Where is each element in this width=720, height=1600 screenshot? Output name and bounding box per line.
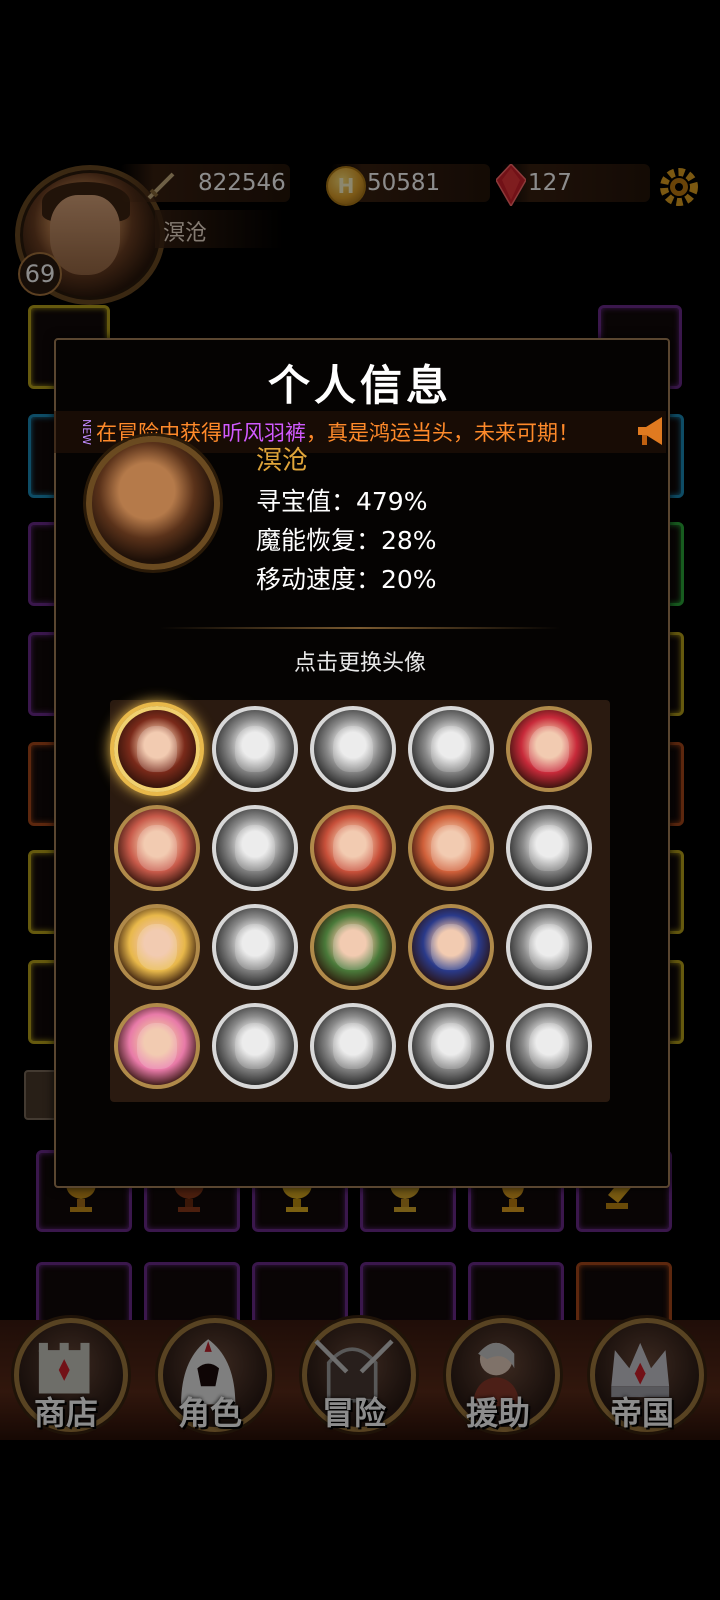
stat-magic-recovery: 魔能恢复：28%	[256, 526, 437, 555]
avatar-portrait	[333, 726, 373, 772]
avatar-portrait	[333, 825, 373, 871]
avatar-option[interactable]	[506, 706, 592, 792]
avatar-portrait	[529, 726, 569, 772]
avatar-portrait	[333, 1023, 373, 1069]
avatar-grid	[110, 700, 610, 1102]
avatar-option[interactable]	[408, 805, 494, 891]
avatar-portrait	[235, 924, 275, 970]
avatar-portrait	[529, 1023, 569, 1069]
avatar-option[interactable]	[310, 706, 396, 792]
avatar-portrait	[137, 825, 177, 871]
avatar-option[interactable]	[408, 706, 494, 792]
avatar-option[interactable]	[114, 1003, 200, 1089]
avatar-portrait	[235, 1023, 275, 1069]
avatar-portrait	[431, 1023, 471, 1069]
modal-title: 个人信息	[267, 361, 452, 410]
avatar-option[interactable]	[310, 1003, 396, 1089]
avatar-option[interactable]	[212, 706, 298, 792]
avatar-option[interactable]	[310, 805, 396, 891]
megaphone-icon	[638, 417, 662, 445]
avatar-option[interactable]	[114, 706, 200, 792]
profile-name: 溟沧	[256, 446, 309, 476]
avatar-portrait	[235, 726, 275, 772]
avatar-option[interactable]	[506, 1003, 592, 1089]
divider	[160, 627, 560, 629]
avatar-portrait	[529, 924, 569, 970]
avatar-portrait	[235, 825, 275, 871]
avatar-option[interactable]	[212, 805, 298, 891]
avatar-portrait	[137, 924, 177, 970]
avatar-option[interactable]	[408, 904, 494, 990]
avatar-option[interactable]	[506, 904, 592, 990]
avatar-portrait	[431, 924, 471, 970]
ticker-suffix: ，真是鸿运当头，未来可期！	[306, 421, 579, 445]
avatar-option[interactable]	[212, 1003, 298, 1089]
avatar-portrait	[529, 825, 569, 871]
change-avatar-hint: 点击更换头像	[293, 651, 426, 676]
avatar-option[interactable]	[212, 904, 298, 990]
avatar-option[interactable]	[408, 1003, 494, 1089]
avatar-portrait	[137, 1023, 177, 1069]
avatar-portrait	[137, 726, 177, 772]
avatar-portrait	[333, 924, 373, 970]
profile-avatar	[86, 436, 220, 570]
new-tag: NEW	[80, 419, 93, 446]
avatar-option[interactable]	[506, 805, 592, 891]
avatar-option[interactable]	[114, 904, 200, 990]
avatar-portrait	[431, 726, 471, 772]
stat-treasure-value: 寻宝值：479%	[256, 487, 428, 516]
stat-move-speed: 移动速度：20%	[256, 565, 437, 594]
avatar-option[interactable]	[310, 904, 396, 990]
avatar-option[interactable]	[114, 805, 200, 891]
avatar-portrait	[431, 825, 471, 871]
